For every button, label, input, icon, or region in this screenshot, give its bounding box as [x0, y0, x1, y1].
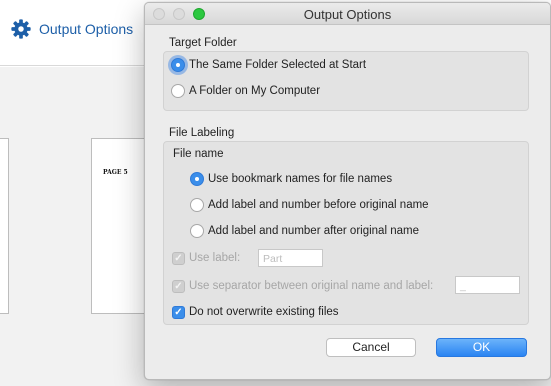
page-thumbnail[interactable]: [0, 138, 9, 314]
same-folder-radio[interactable]: [171, 58, 185, 72]
folder-on-computer-label[interactable]: A Folder on My Computer: [189, 85, 320, 97]
bookmark-names-radio[interactable]: [190, 172, 204, 186]
ok-button[interactable]: OK: [436, 338, 527, 357]
label-before-radio[interactable]: [190, 198, 204, 212]
label-after-radio[interactable]: [190, 224, 204, 238]
use-label-checkbox[interactable]: ✓: [172, 252, 185, 265]
bookmark-names-label[interactable]: Use bookmark names for file names: [208, 173, 392, 185]
file-name-heading: File name: [173, 148, 224, 160]
no-overwrite-checkbox[interactable]: ✓: [172, 306, 185, 319]
file-labeling-heading: File Labeling: [169, 127, 235, 139]
cancel-button[interactable]: Cancel: [326, 338, 416, 357]
label-after-label[interactable]: Add label and number after original name: [208, 225, 419, 237]
toolbar-title[interactable]: Output Options: [39, 21, 133, 37]
separator-text-field[interactable]: _: [455, 276, 520, 294]
use-separator-checkbox[interactable]: ✓: [172, 280, 185, 293]
dialog-titlebar[interactable]: Output Options: [145, 3, 550, 25]
target-folder-heading: Target Folder: [169, 37, 237, 49]
output-options-dialog: Output Options Target Folder The Same Fo…: [144, 2, 551, 380]
label-text-field[interactable]: Part: [258, 249, 323, 267]
dialog-title: Output Options: [303, 7, 392, 22]
page-label: PAGE 5: [103, 169, 128, 176]
gear-icon[interactable]: [10, 18, 32, 40]
use-separator-label: Use separator between original name and …: [189, 280, 434, 292]
no-overwrite-label[interactable]: Do not overwrite existing files: [189, 306, 339, 318]
use-label-label: Use label:: [189, 252, 241, 264]
folder-on-computer-radio[interactable]: [171, 84, 185, 98]
page-thumbnail[interactable]: PAGE 5: [91, 138, 147, 314]
label-before-label[interactable]: Add label and number before original nam…: [208, 199, 429, 211]
same-folder-label[interactable]: The Same Folder Selected at Start: [189, 59, 366, 71]
